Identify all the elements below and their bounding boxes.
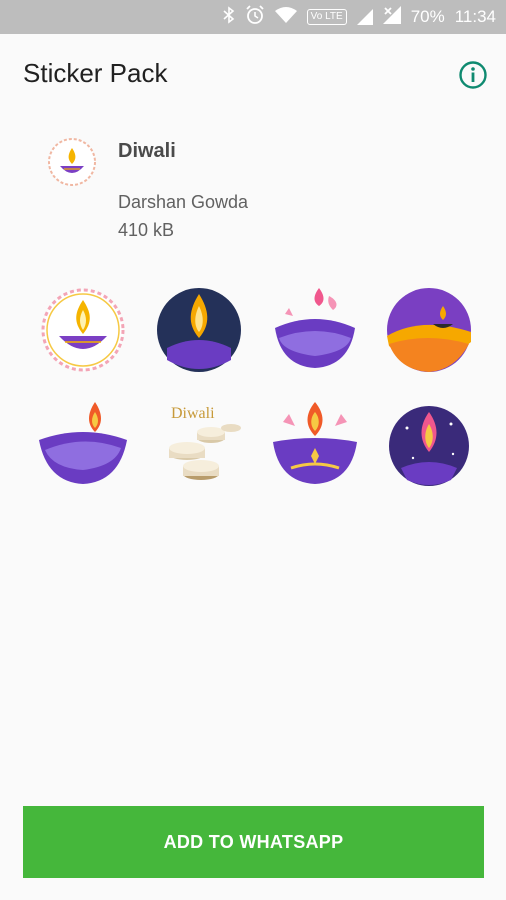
diya-flame-navy-circle-sticker[interactable] [151, 282, 247, 378]
info-icon [459, 61, 487, 89]
diya-desert-dunes-sticker[interactable] [381, 282, 477, 378]
diya-purple-bowl-sticker[interactable] [35, 398, 131, 494]
info-button[interactable] [458, 60, 488, 90]
status-icons: Vo LTE 70% 11:34 [223, 0, 496, 34]
pack-size: 410 kB [118, 220, 175, 240]
diya-pink-flames-sticker[interactable] [267, 282, 363, 378]
signal-no-data-icon [382, 6, 401, 28]
wifi-icon [274, 7, 297, 27]
app-bar: Sticker Pack [0, 34, 506, 114]
alarm-icon [245, 5, 265, 29]
add-to-whatsapp-button[interactable]: ADD TO WHATSAPP [23, 806, 484, 878]
clock: 11:34 [454, 7, 496, 26]
diya-starry-circle-sticker[interactable] [381, 398, 477, 494]
pack-publisher: Darshan Gowda [118, 192, 249, 212]
diya-ornate-purple-sticker[interactable] [267, 398, 363, 494]
diya-icon [46, 136, 98, 188]
page-title: Sticker Pack [23, 58, 168, 88]
diwali-script-text: Diwali [171, 405, 215, 422]
diya-in-rangoli-sticker[interactable] [35, 282, 131, 378]
volte-icon: Vo LTE [306, 9, 347, 25]
battery-percentage: 70% [410, 7, 445, 26]
pack-name: Diwali [118, 140, 176, 162]
bluetooth-icon [223, 6, 235, 28]
signal-icon [356, 9, 373, 25]
status-bar: Vo LTE 70% 11:34 [0, 0, 506, 34]
happy-diwali-candles-sticker[interactable]: Diwali [151, 398, 247, 494]
